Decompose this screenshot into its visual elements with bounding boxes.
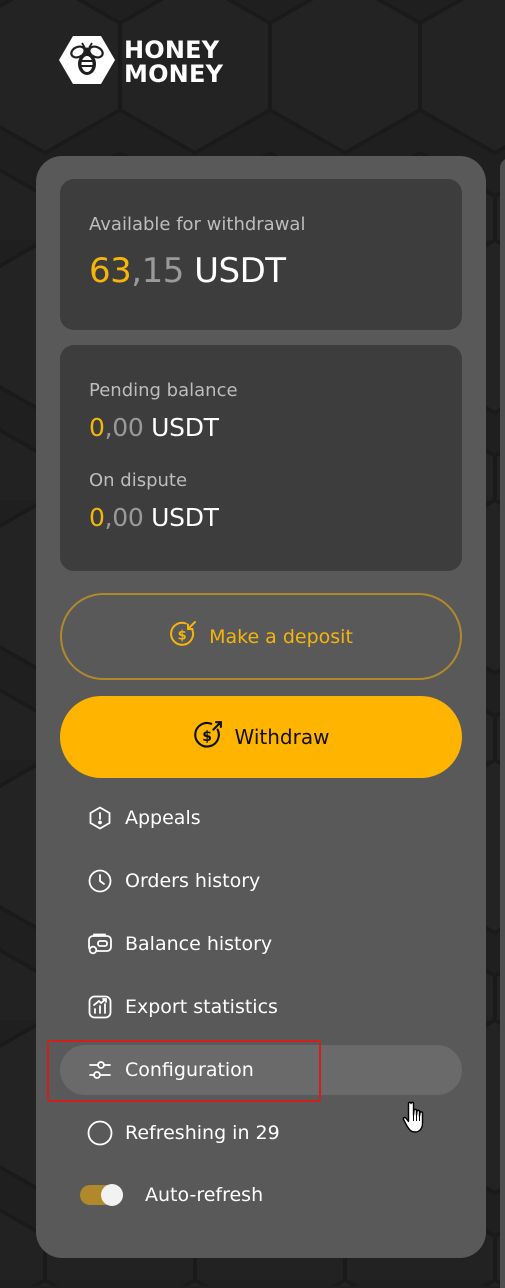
dispute-amount: 0,00 USDT [89, 503, 219, 532]
auto-refresh-label: Auto-refresh [145, 1184, 263, 1206]
wallet-icon [87, 931, 113, 957]
menu-item-orders-history[interactable]: Orders history [60, 856, 462, 906]
make-deposit-button[interactable]: $ Make a deposit [60, 593, 462, 680]
available-currency: USDT [194, 251, 285, 291]
menu-item-appeals[interactable]: Appeals [60, 793, 462, 843]
svg-text:$: $ [178, 629, 187, 644]
dollar-out-icon: $ [193, 720, 223, 755]
menu-item-label: Appeals [125, 807, 201, 829]
pending-label: Pending balance [89, 380, 238, 401]
clock-icon [87, 868, 113, 894]
auto-refresh-toggle[interactable] [80, 1185, 123, 1205]
menu-item-label: Export statistics [125, 996, 278, 1018]
bee-hexagon-icon [58, 34, 116, 90]
menu-item-configuration[interactable]: Configuration [60, 1045, 462, 1095]
chart-icon [87, 994, 113, 1020]
available-integer: 63 [89, 251, 131, 291]
available-amount: 63,15 USDT [89, 251, 286, 291]
dispute-label: On dispute [89, 470, 187, 491]
menu-item-label: Balance history [125, 933, 272, 955]
available-separator: , [131, 251, 141, 291]
available-label: Available for withdrawal [89, 214, 305, 235]
auto-refresh-row[interactable]: Auto-refresh [80, 1184, 263, 1206]
make-deposit-label: Make a deposit [209, 626, 353, 648]
pending-dispute-card: Pending balance 0,00 USDT On dispute 0,0… [60, 345, 462, 571]
adjacent-panel-edge [500, 158, 505, 1288]
svg-text:$: $ [202, 728, 212, 744]
brand-line-1: HONEY [124, 38, 223, 62]
menu-item-label: Orders history [125, 870, 260, 892]
menu-item-export-statistics[interactable]: Export statistics [60, 982, 462, 1032]
dispute-integer: 0 [89, 503, 105, 532]
alert-hexagon-icon [87, 805, 113, 831]
sliders-icon [87, 1057, 113, 1083]
available-balance-card: Available for withdrawal 63,15 USDT [60, 179, 462, 330]
dispute-currency: USDT [151, 503, 219, 532]
menu-item-label: Refreshing in 29 [125, 1122, 280, 1144]
menu-item-label: Configuration [125, 1059, 254, 1081]
toggle-knob [101, 1184, 123, 1206]
pending-currency: USDT [151, 413, 219, 442]
brand-logo[interactable]: HONEY MONEY [58, 34, 223, 90]
available-decimals: 15 [142, 251, 184, 291]
withdraw-label: Withdraw [235, 725, 330, 749]
pending-decimals: 00 [112, 413, 143, 442]
menu-item-balance-history[interactable]: Balance history [60, 919, 462, 969]
brand-name: HONEY MONEY [124, 38, 223, 86]
brand-line-2: MONEY [124, 62, 223, 86]
dollar-in-icon: $ [169, 620, 197, 653]
pending-integer: 0 [89, 413, 105, 442]
hand-cursor-icon [402, 1101, 430, 1139]
withdraw-button[interactable]: $ Withdraw [60, 696, 462, 778]
balance-sidebar: Available for withdrawal 63,15 USDT Pend… [36, 156, 486, 1258]
circle-icon [87, 1120, 113, 1146]
pending-amount: 0,00 USDT [89, 413, 219, 442]
dispute-decimals: 00 [112, 503, 143, 532]
